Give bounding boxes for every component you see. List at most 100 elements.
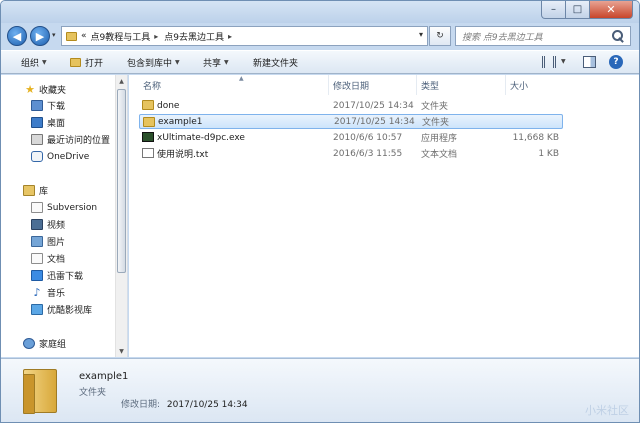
search-icon[interactable] xyxy=(610,28,626,44)
watermark-text: 小米社区 xyxy=(585,404,629,417)
address-dropdown[interactable]: ▾ xyxy=(419,30,423,39)
documents-icon xyxy=(31,253,43,264)
file-row[interactable]: 使用说明.txt 2016/6/3 11:55 文本文档 1 KB xyxy=(139,146,563,161)
file-type: 文件夹 xyxy=(421,102,449,112)
breadcrumb-item[interactable]: 点9教程与工具 xyxy=(91,30,151,43)
share-button[interactable]: 共享 ▼ xyxy=(203,56,229,69)
minimize-button[interactable]: – xyxy=(541,1,566,19)
nav-item-pictures[interactable]: 图片 xyxy=(31,234,65,249)
include-in-library-button[interactable]: 包含到库中 ▼ xyxy=(127,56,180,69)
nav-item-youku[interactable]: 优酷影视库 xyxy=(31,302,92,317)
nav-label: 最近访问的位置 xyxy=(47,136,111,146)
view-options-dropdown[interactable]: ▼ xyxy=(561,58,566,65)
column-header-name[interactable]: 名称 ▲ xyxy=(139,75,329,95)
file-size: 1 KB xyxy=(538,148,559,159)
help-icon[interactable]: ? xyxy=(609,55,623,69)
nav-label: OneDrive xyxy=(47,151,90,162)
preview-pane-icon[interactable] xyxy=(583,56,596,68)
file-row-selected[interactable]: example1 2017/10/25 14:34 文件夹 xyxy=(139,114,563,129)
organize-button[interactable]: 组织 ▼ xyxy=(21,56,47,69)
nav-item-onedrive[interactable]: OneDrive xyxy=(31,149,89,164)
nav-item-videos[interactable]: 视频 xyxy=(31,217,65,232)
change-view-icon[interactable] xyxy=(542,56,556,68)
nav-label: 图片 xyxy=(47,238,66,248)
subversion-icon xyxy=(31,202,43,213)
navigation-pane: ★ 收藏夹 下载 桌面 最近访问的位置 OneDrive 库 Subversio… xyxy=(1,75,128,357)
refresh-button[interactable]: ↻ xyxy=(429,26,451,46)
scroll-down-arrow-icon[interactable]: ▼ xyxy=(116,345,127,357)
folder-icon xyxy=(143,117,155,127)
command-bar: 组织 ▼ 打开 包含到库中 ▼ 共享 ▼ 新建文件夹 ▼ ? xyxy=(1,50,639,74)
application-icon xyxy=(142,132,154,142)
file-date: 2010/6/6 10:57 xyxy=(333,132,403,143)
details-pane: example1 文件夹 修改日期: 2017/10/25 14:34 小米社区 xyxy=(1,358,639,422)
details-type: 文件夹 xyxy=(79,388,107,398)
download-folder-icon xyxy=(31,100,43,111)
file-type: 应用程序 xyxy=(421,134,458,144)
breadcrumb-separator[interactable]: ▸ xyxy=(154,32,158,41)
scroll-up-arrow-icon[interactable]: ▲ xyxy=(116,75,127,87)
search-input[interactable]: 搜索 点9去黑边工具 xyxy=(462,30,610,43)
recent-pages-dropdown[interactable]: ▾ xyxy=(52,31,56,39)
file-row[interactable]: xUltimate-d9pc.exe 2010/6/6 10:57 应用程序 1… xyxy=(139,130,563,145)
scrollbar-thumb[interactable] xyxy=(117,89,126,273)
column-header-size[interactable]: 大小 xyxy=(506,75,576,95)
nav-item-desktop[interactable]: 桌面 xyxy=(31,115,65,130)
nav-label: 桌面 xyxy=(47,119,66,129)
nav-item-downloads[interactable]: 下载 xyxy=(31,98,65,113)
address-bar[interactable]: « 点9教程与工具 ▸ 点9去黑边工具 ▸ ▾ xyxy=(61,26,428,46)
file-row[interactable]: done 2017/10/25 14:34 文件夹 xyxy=(139,98,563,113)
file-name: example1 xyxy=(158,116,203,127)
column-header-type[interactable]: 类型 xyxy=(417,75,506,95)
pictures-icon xyxy=(31,236,43,247)
nav-favorites-header[interactable]: ★ 收藏夹 xyxy=(23,82,66,97)
file-name: done xyxy=(157,100,180,111)
nav-item-documents[interactable]: 文档 xyxy=(31,251,65,266)
column-header-row: 名称 ▲ 修改日期 类型 大小 xyxy=(129,75,639,95)
share-label: 共享 xyxy=(203,59,222,69)
nav-item-recent-places[interactable]: 最近访问的位置 xyxy=(31,132,110,147)
breadcrumb-separator[interactable]: ▸ xyxy=(228,32,232,41)
explorer-window: – □ ✕ ◀ ▶ ▾ « 点9教程与工具 ▸ 点9去黑边工具 ▸ ▾ ↻ 搜索… xyxy=(0,0,640,423)
file-date: 2017/10/25 14:34 xyxy=(333,100,414,111)
nav-label: 库 xyxy=(39,187,49,197)
music-note-icon: ♪ xyxy=(33,286,41,299)
new-folder-label: 新建文件夹 xyxy=(253,59,299,69)
close-button[interactable]: ✕ xyxy=(590,1,633,19)
open-button[interactable]: 打开 xyxy=(70,56,103,69)
recent-places-icon xyxy=(31,134,43,145)
file-name: 使用说明.txt xyxy=(157,150,209,160)
nav-label: 下载 xyxy=(47,102,66,112)
nav-item-subversion[interactable]: Subversion xyxy=(31,200,97,215)
nav-homegroup[interactable]: 家庭组 xyxy=(23,336,66,351)
back-button[interactable]: ◀ xyxy=(7,26,27,46)
star-icon: ★ xyxy=(25,83,35,96)
column-header-date[interactable]: 修改日期 xyxy=(329,75,417,95)
xunlei-icon xyxy=(31,270,43,281)
file-list: 名称 ▲ 修改日期 类型 大小 done 2017/10/25 14:34 文件… xyxy=(129,75,639,357)
search-box[interactable]: 搜索 点9去黑边工具 xyxy=(455,26,631,46)
file-date: 2017/10/25 14:34 xyxy=(334,116,415,127)
breadcrumb-item[interactable]: 点9去黑边工具 xyxy=(164,30,224,43)
folder-open-icon xyxy=(70,58,81,67)
title-bar[interactable]: – □ ✕ xyxy=(1,1,639,23)
navigation-scrollbar[interactable]: ▲ ▼ xyxy=(115,75,127,357)
nav-label: 优酷影视库 xyxy=(47,306,93,316)
nav-label: 音乐 xyxy=(47,289,66,299)
nav-item-music[interactable]: ♪ 音乐 xyxy=(31,285,65,300)
column-label: 修改日期 xyxy=(333,81,370,92)
new-folder-button[interactable]: 新建文件夹 xyxy=(253,56,298,69)
maximize-button[interactable]: □ xyxy=(566,1,590,19)
include-in-library-label: 包含到库中 xyxy=(127,59,173,69)
folder-icon xyxy=(66,31,77,41)
file-size: 11,668 KB xyxy=(512,132,559,143)
caret-down-icon: ▼ xyxy=(175,59,180,66)
file-date: 2016/6/3 11:55 xyxy=(333,148,403,159)
text-document-icon xyxy=(142,148,154,158)
window-controls: – □ ✕ xyxy=(541,1,633,19)
breadcrumb-overflow[interactable]: « xyxy=(81,31,87,41)
nav-item-xunlei[interactable]: 迅雷下载 xyxy=(31,268,83,283)
file-name: xUltimate-d9pc.exe xyxy=(157,132,245,143)
nav-libraries-header[interactable]: 库 xyxy=(23,183,48,198)
forward-button[interactable]: ▶ xyxy=(30,26,50,46)
